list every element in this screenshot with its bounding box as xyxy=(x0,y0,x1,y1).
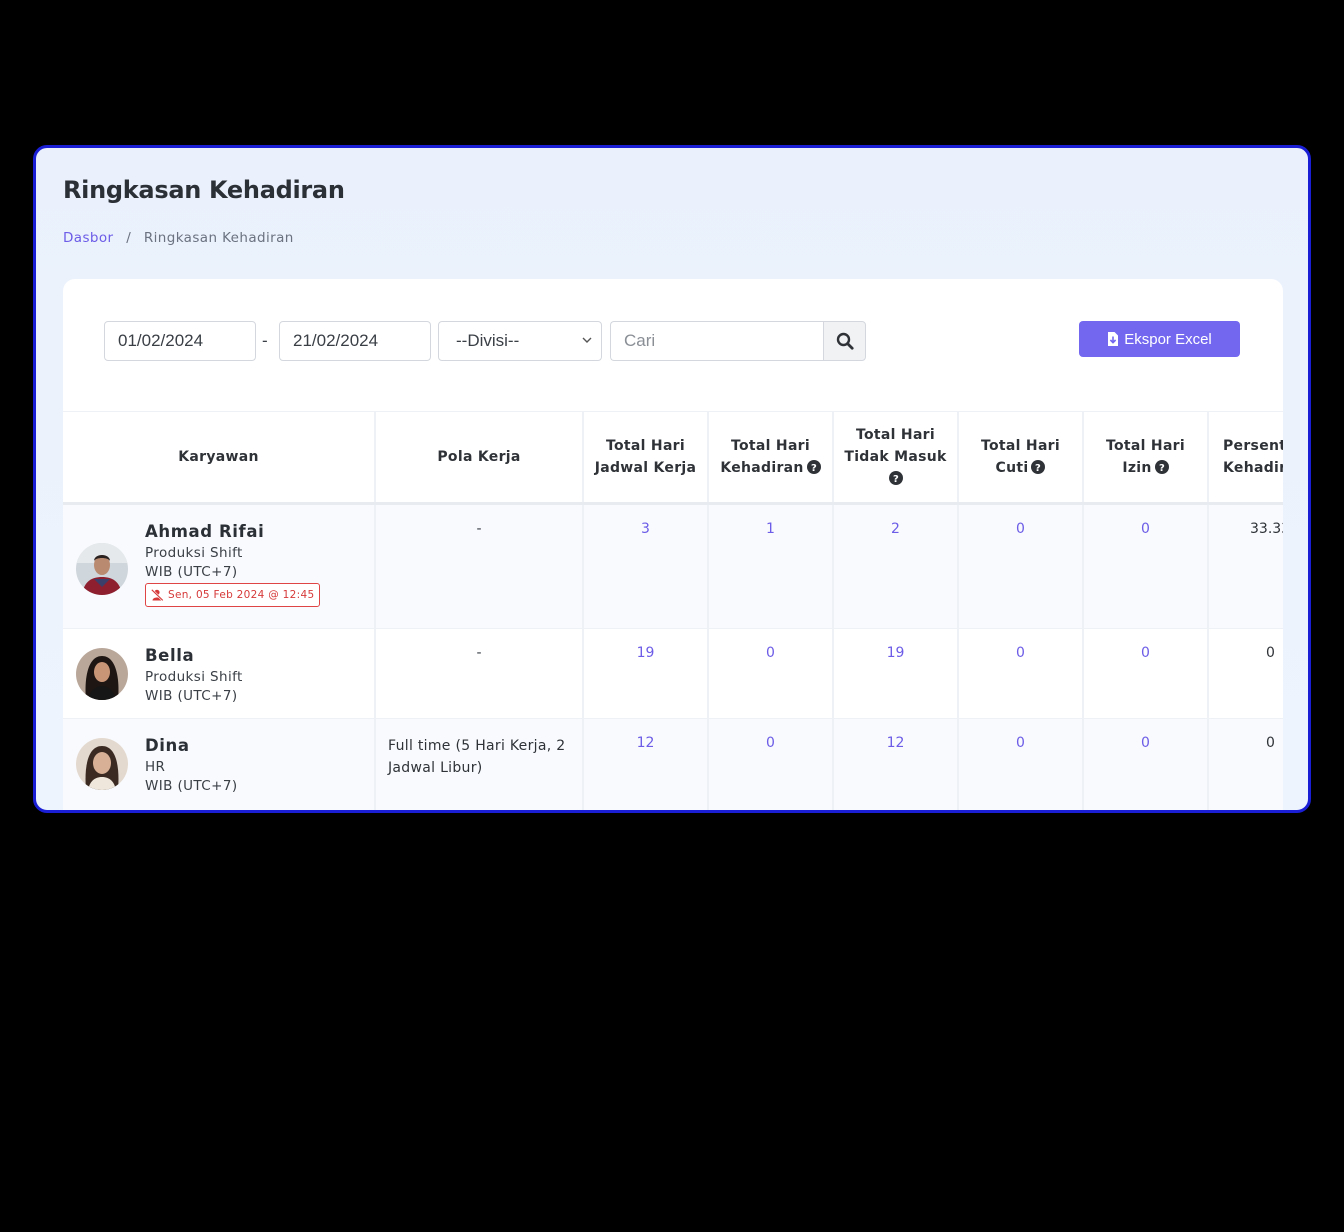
division-select-value: --Divisi-- xyxy=(456,331,520,350)
question-circle-icon[interactable]: ? xyxy=(888,471,903,485)
user-slash-icon xyxy=(151,589,164,601)
attendance-percent-cell: 0 xyxy=(1208,718,1283,810)
present-days-link[interactable]: 0 xyxy=(708,718,834,810)
column-header-leave-days[interactable]: Total Hari Cuti? xyxy=(958,411,1084,505)
permit-days-link[interactable]: 0 xyxy=(1083,503,1209,629)
svg-text:?: ? xyxy=(811,463,817,474)
absent-days-link[interactable]: 2 xyxy=(833,503,959,629)
svg-text:?: ? xyxy=(1159,463,1165,474)
date-range-separator: - xyxy=(262,331,268,350)
breadcrumb: Dasbor / Ringkasan Kehadiran xyxy=(63,230,294,246)
work-pattern-cell: Full time (5 Hari Kerja, 2 Jadwal Libur) xyxy=(375,718,584,810)
svg-text:?: ? xyxy=(892,474,898,485)
employee-timezone: WIB (UTC+7) xyxy=(145,564,238,580)
table-row[interactable]: Ahmad Rifai Produksi Shift WIB (UTC+7) S… xyxy=(63,503,1283,629)
date-to-input[interactable]: 21/02/2024 xyxy=(279,321,431,361)
avatar xyxy=(76,543,128,595)
search-icon xyxy=(836,332,854,350)
column-header-permit-days[interactable]: Total Hari Izin? xyxy=(1083,411,1209,505)
work-pattern-cell: - xyxy=(375,503,584,629)
present-days-link[interactable]: 0 xyxy=(708,628,834,719)
file-export-icon xyxy=(1108,332,1119,346)
avatar xyxy=(76,738,128,790)
attendance-table: Karyawan Pola Kerja Total Hari Jadwal Ker… xyxy=(63,411,1283,810)
employee-name[interactable]: Bella xyxy=(145,646,194,665)
breadcrumb-current: Ringkasan Kehadiran xyxy=(143,230,294,246)
question-circle-icon[interactable]: ? xyxy=(806,460,821,474)
question-circle-icon[interactable]: ? xyxy=(1031,460,1046,474)
employee-cell: Bella Produksi Shift WIB (UTC+7) xyxy=(63,628,376,719)
employee-name[interactable]: Ahmad Rifai xyxy=(145,522,264,541)
export-excel-button[interactable]: Ekspor Excel xyxy=(1079,321,1240,357)
employee-cell: Dina HR WIB (UTC+7) xyxy=(63,718,376,810)
attendance-percent-cell: 0 xyxy=(1208,628,1283,719)
employee-cell: Ahmad Rifai Produksi Shift WIB (UTC+7) S… xyxy=(63,503,376,629)
export-excel-label: Ekspor Excel xyxy=(1124,330,1212,348)
division-select[interactable]: --Divisi-- xyxy=(438,321,602,361)
employee-division: Produksi Shift xyxy=(145,669,243,685)
absent-days-link[interactable]: 12 xyxy=(833,718,959,810)
breadcrumb-separator: / xyxy=(126,230,132,246)
breadcrumb-home-link[interactable]: Dasbor xyxy=(63,230,113,246)
app-window: Ringkasan Kehadiran Dasbor / Ringkasan K… xyxy=(33,145,1311,813)
employee-timezone: WIB (UTC+7) xyxy=(145,688,238,704)
scheduled-days-link[interactable]: 19 xyxy=(583,628,709,719)
absent-days-link[interactable]: 19 xyxy=(833,628,959,719)
leave-days-link[interactable]: 0 xyxy=(958,503,1084,629)
status-badge: Sen, 05 Feb 2024 @ 12:45 xyxy=(145,583,321,607)
search-button[interactable] xyxy=(823,321,866,361)
attendance-summary-card: 01/02/2024 - 21/02/2024 --Divisi-- Cari … xyxy=(63,279,1283,810)
permit-days-link[interactable]: 0 xyxy=(1083,718,1209,810)
table-header-row: Karyawan Pola Kerja Total Hari Jadwal Ker… xyxy=(63,411,1283,505)
question-circle-icon[interactable]: ? xyxy=(1154,460,1169,474)
scheduled-days-link[interactable]: 12 xyxy=(583,718,709,810)
chevron-down-icon xyxy=(582,337,592,343)
leave-days-link[interactable]: 0 xyxy=(958,628,1084,719)
work-pattern-cell: - xyxy=(375,628,584,719)
column-header-present-days[interactable]: Total Hari Kehadiran? xyxy=(708,411,834,505)
table-row[interactable]: Bella Produksi Shift WIB (UTC+7) - 19 0 … xyxy=(63,628,1283,719)
permit-days-link[interactable]: 0 xyxy=(1083,628,1209,719)
attendance-percent-cell: 33.33 xyxy=(1208,503,1283,629)
employee-name[interactable]: Dina xyxy=(145,736,190,755)
scheduled-days-link[interactable]: 3 xyxy=(583,503,709,629)
search-input[interactable]: Cari xyxy=(610,321,824,361)
leave-days-link[interactable]: 0 xyxy=(958,718,1084,810)
column-header-work-pattern[interactable]: Pola Kerja xyxy=(375,411,584,505)
column-header-scheduled-days[interactable]: Total Hari Jadwal Kerja xyxy=(583,411,709,505)
employee-timezone: WIB (UTC+7) xyxy=(145,778,238,794)
column-header-attendance-percent[interactable]: PersentaseKehadiran xyxy=(1208,411,1283,505)
column-header-absent-days[interactable]: Total Hari Tidak Masuk? xyxy=(833,411,959,505)
employee-division: Produksi Shift xyxy=(145,545,243,561)
employee-division: HR xyxy=(145,759,166,775)
date-from-input[interactable]: 01/02/2024 xyxy=(104,321,256,361)
svg-text:?: ? xyxy=(1035,463,1041,474)
present-days-link[interactable]: 1 xyxy=(708,503,834,629)
status-badge-text: Sen, 05 Feb 2024 @ 12:45 xyxy=(168,589,315,601)
table-row[interactable]: Dina HR WIB (UTC+7) Full time (5 Hari Ke… xyxy=(63,718,1283,810)
page-title: Ringkasan Kehadiran xyxy=(63,176,345,204)
column-header-employee[interactable]: Karyawan xyxy=(63,411,376,505)
avatar xyxy=(76,648,128,700)
